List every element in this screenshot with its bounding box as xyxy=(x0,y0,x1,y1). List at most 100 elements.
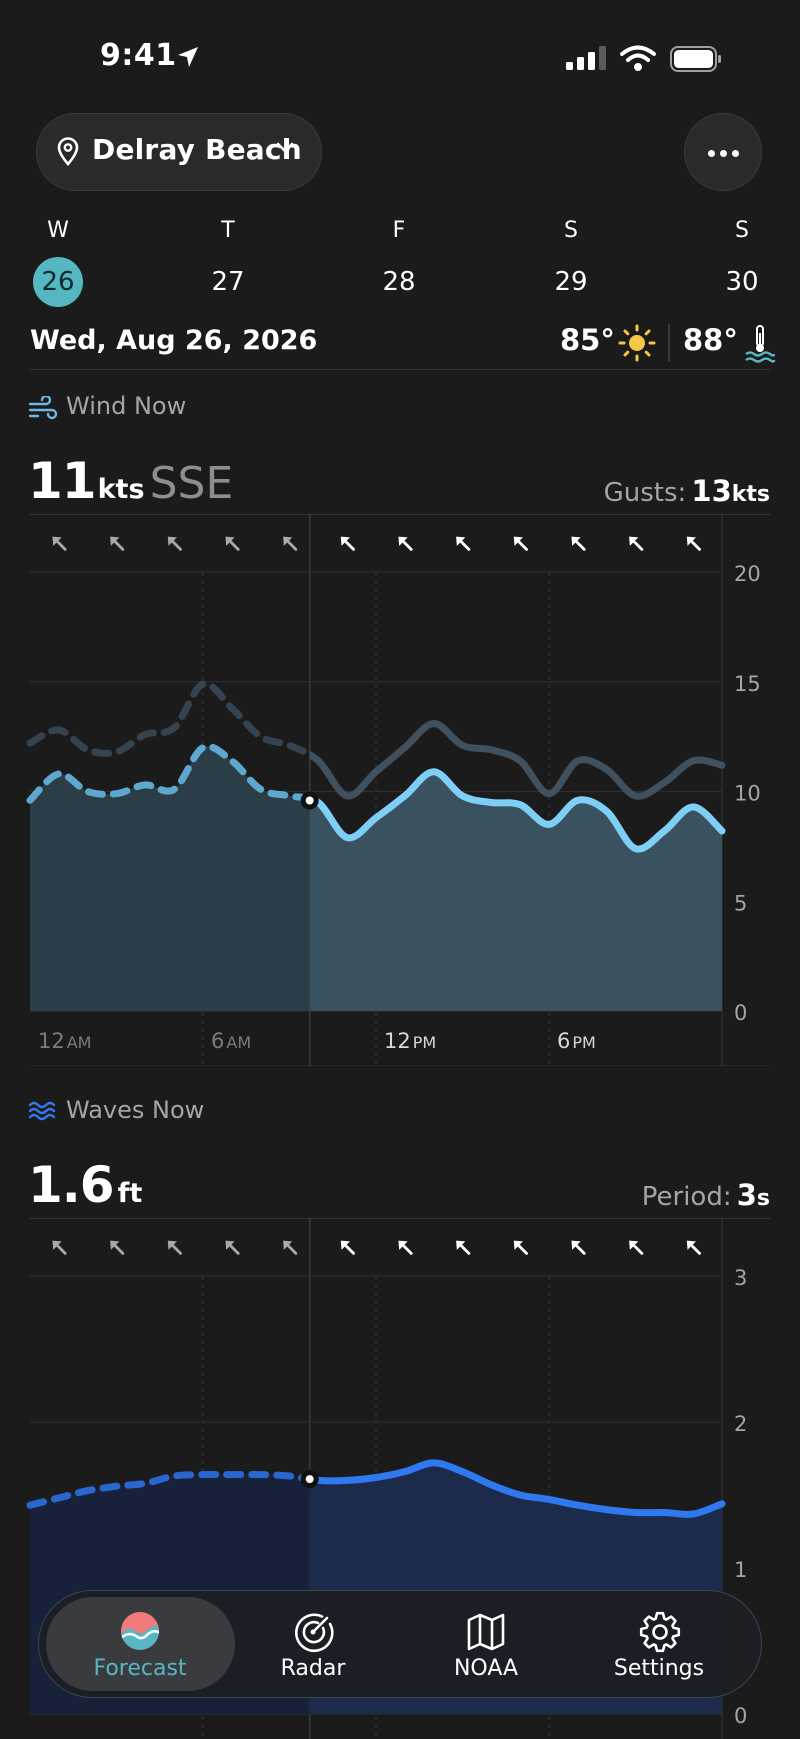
more-dot xyxy=(720,150,727,157)
location-arrow-icon xyxy=(178,47,198,67)
y-tick-label: 15 xyxy=(734,672,761,696)
x-tick-label: 6 PM xyxy=(557,1029,596,1053)
more-dot xyxy=(732,150,739,157)
direction-arrow xyxy=(283,536,298,551)
wifi-icon xyxy=(620,45,656,71)
gusts-unit: kts xyxy=(731,482,770,507)
tab-label-forecast: Forecast xyxy=(93,1656,187,1681)
period-value: 3 xyxy=(736,1178,757,1212)
day-letter: T xyxy=(221,218,235,243)
direction-arrow xyxy=(110,536,125,551)
wind-section-label: Wind Now xyxy=(66,392,187,420)
direction-arrow xyxy=(110,1240,125,1255)
day-letter: F xyxy=(392,218,406,243)
location-name: Delray Beach xyxy=(92,133,302,166)
wave-height-value: 1.6 xyxy=(28,1156,115,1214)
day-button[interactable]: 29 xyxy=(541,264,601,300)
map-icon[interactable] xyxy=(466,1612,506,1652)
selected-date: Wed, Aug 26, 2026 xyxy=(30,325,318,356)
direction-arrow xyxy=(340,1240,355,1255)
direction-arrow xyxy=(167,1240,182,1255)
y-tick-label: 1 xyxy=(734,1558,747,1582)
x-tick-label: 12 AM xyxy=(38,1029,91,1053)
day-selected[interactable]: 26 xyxy=(33,257,83,307)
day-letter: S xyxy=(564,218,578,243)
water-temperature-icon xyxy=(745,325,776,363)
tab-label-settings[interactable]: Settings xyxy=(569,1656,749,1681)
x-tick-number: 6 xyxy=(557,1029,570,1053)
direction-arrow xyxy=(513,536,528,551)
gear-icon[interactable] xyxy=(638,1610,682,1654)
y-tick-label: 0 xyxy=(734,1001,747,1025)
y-tick-label: 10 xyxy=(734,782,761,806)
temperature-divider xyxy=(668,324,670,362)
y-tick-label: 5 xyxy=(734,891,747,915)
waves-section-label: Waves Now xyxy=(66,1096,205,1124)
x-tick-suffix: PM xyxy=(572,1033,595,1052)
x-tick-number: 12 xyxy=(38,1029,65,1053)
direction-arrow xyxy=(571,536,586,551)
direction-arrow xyxy=(456,536,471,551)
more-dot xyxy=(708,150,715,157)
x-tick-label: 6 AM xyxy=(211,1029,251,1053)
direction-arrow xyxy=(52,536,67,551)
sun-icon xyxy=(618,324,656,362)
x-tick-suffix: AM xyxy=(67,1033,92,1052)
divider xyxy=(30,369,770,370)
direction-arrow xyxy=(398,536,413,551)
water-temperature: 88° xyxy=(683,323,738,357)
direction-arrow xyxy=(398,1240,413,1255)
direction-arrow xyxy=(167,536,182,551)
chevron-down-icon xyxy=(276,142,294,153)
x-tick-suffix: PM xyxy=(413,1033,436,1052)
status-time: 9:41 xyxy=(100,38,177,73)
wind-chart[interactable]: 0510152012 AM 6 AM 12 PM 6 PM xyxy=(0,514,800,1066)
x-tick-number: 12 xyxy=(384,1029,411,1053)
air-temperature: 85° xyxy=(560,323,615,357)
wind-direction: SSE xyxy=(149,458,234,509)
direction-arrow xyxy=(225,1240,240,1255)
waves-icon xyxy=(28,1101,56,1121)
period-label: Period: xyxy=(641,1182,732,1212)
direction-arrow xyxy=(571,1240,586,1255)
y-tick-label: 20 xyxy=(734,562,761,586)
wave-period: Period: 3s xyxy=(642,1178,770,1212)
now-marker xyxy=(305,796,314,805)
direction-arrow xyxy=(629,1240,644,1255)
direction-arrow xyxy=(686,1240,701,1255)
gusts-label: Gusts: xyxy=(603,478,687,508)
gusts-value: 13 xyxy=(691,474,732,508)
tab-label-radar[interactable]: Radar xyxy=(223,1656,403,1681)
battery-icon xyxy=(670,46,721,72)
radar-icon[interactable] xyxy=(292,1611,334,1653)
period-unit: s xyxy=(756,1186,770,1211)
x-tick-number: 6 xyxy=(211,1029,224,1053)
day-letter: W xyxy=(47,218,69,243)
forecast-logo-icon xyxy=(121,1612,159,1650)
wave-height-unit: ft xyxy=(117,1178,143,1209)
day-button[interactable]: 30 xyxy=(712,264,772,300)
direction-arrow xyxy=(340,536,355,551)
wind-speed-unit: kts xyxy=(97,474,145,505)
wind-current: 11kts SSE xyxy=(28,452,233,510)
direction-arrow xyxy=(686,536,701,551)
x-tick-label: 12 PM xyxy=(384,1029,436,1053)
direction-arrow xyxy=(629,536,644,551)
cellular-signal-icon xyxy=(566,46,606,70)
y-tick-label: 2 xyxy=(734,1412,747,1436)
waves-current: 1.6 ft xyxy=(28,1156,142,1214)
direction-arrow xyxy=(225,536,240,551)
y-tick-label: 3 xyxy=(734,1266,747,1290)
wind-gusts: Gusts: 13kts xyxy=(604,474,770,508)
day-button[interactable]: 28 xyxy=(369,264,429,300)
direction-arrow xyxy=(283,1240,298,1255)
direction-arrow xyxy=(456,1240,471,1255)
direction-arrow xyxy=(52,1240,67,1255)
y-tick-label: 0 xyxy=(734,1704,747,1728)
direction-arrow xyxy=(513,1240,528,1255)
x-tick-suffix: AM xyxy=(226,1033,251,1052)
tab-label-noaa[interactable]: NOAA xyxy=(396,1656,576,1681)
now-marker xyxy=(305,1475,314,1484)
location-pin-icon xyxy=(57,137,79,166)
day-button[interactable]: 27 xyxy=(198,264,258,300)
